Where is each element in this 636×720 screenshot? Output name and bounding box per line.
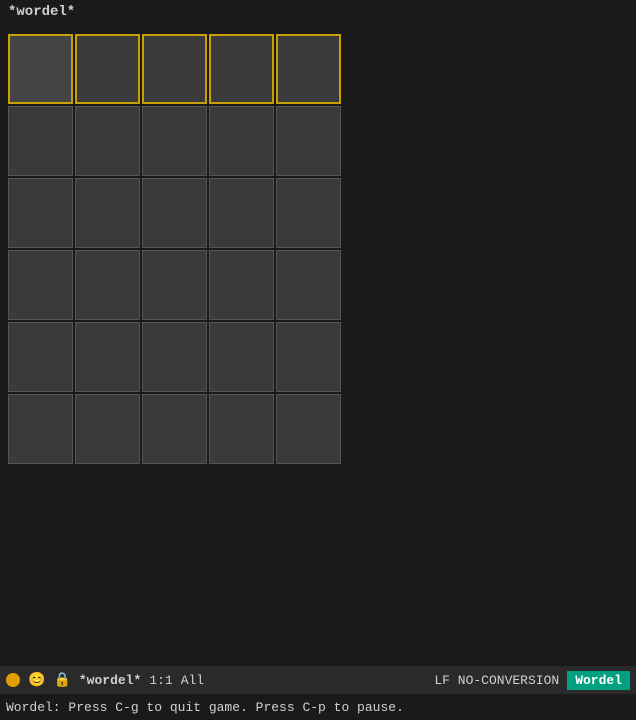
cell-3-4 — [276, 250, 341, 320]
app: *wordel* — [0, 0, 636, 720]
cell-0-0[interactable] — [8, 34, 73, 104]
cell-5-2 — [142, 394, 207, 464]
title-bar: *wordel* — [0, 0, 636, 24]
game-area — [0, 24, 636, 666]
cell-0-1[interactable] — [75, 34, 140, 104]
message-bar: Wordel: Press C-g to quit game. Press C-… — [0, 694, 636, 720]
cell-0-4[interactable] — [276, 34, 341, 104]
cell-2-4 — [276, 178, 341, 248]
cell-1-4 — [276, 106, 341, 176]
cell-3-0 — [8, 250, 73, 320]
status-position: 1:1 — [149, 673, 172, 688]
cell-5-0 — [8, 394, 73, 464]
cell-4-1 — [75, 322, 140, 392]
cell-2-2 — [142, 178, 207, 248]
cell-3-1 — [75, 250, 140, 320]
message-text: Wordel: Press C-g to quit game. Press C-… — [6, 700, 404, 715]
cell-5-1 — [75, 394, 140, 464]
cell-5-3 — [209, 394, 274, 464]
status-emoji-icon: 😊 — [28, 672, 45, 689]
cell-4-2 — [142, 322, 207, 392]
game-grid — [8, 34, 341, 464]
status-circle-icon — [6, 673, 20, 687]
status-filename: *wordel* — [79, 673, 141, 688]
cell-2-3 — [209, 178, 274, 248]
window-title: *wordel* — [8, 4, 75, 20]
cell-1-3 — [209, 106, 274, 176]
cell-4-4 — [276, 322, 341, 392]
cell-1-2 — [142, 106, 207, 176]
cell-1-1 — [75, 106, 140, 176]
cell-3-2 — [142, 250, 207, 320]
cell-1-0 — [8, 106, 73, 176]
status-view: All — [181, 673, 204, 688]
status-mode: Wordel — [567, 671, 630, 690]
cell-4-3 — [209, 322, 274, 392]
cell-3-3 — [209, 250, 274, 320]
cell-0-2[interactable] — [142, 34, 207, 104]
cell-4-0 — [8, 322, 73, 392]
cell-5-4 — [276, 394, 341, 464]
status-bar: 😊 🔒 *wordel* 1:1 All LF NO-CONVERSION Wo… — [0, 666, 636, 694]
cell-0-3[interactable] — [209, 34, 274, 104]
status-lock-icon: 🔒 — [53, 672, 70, 689]
cell-2-0 — [8, 178, 73, 248]
cell-2-1 — [75, 178, 140, 248]
status-encoding: LF NO-CONVERSION — [434, 673, 559, 688]
